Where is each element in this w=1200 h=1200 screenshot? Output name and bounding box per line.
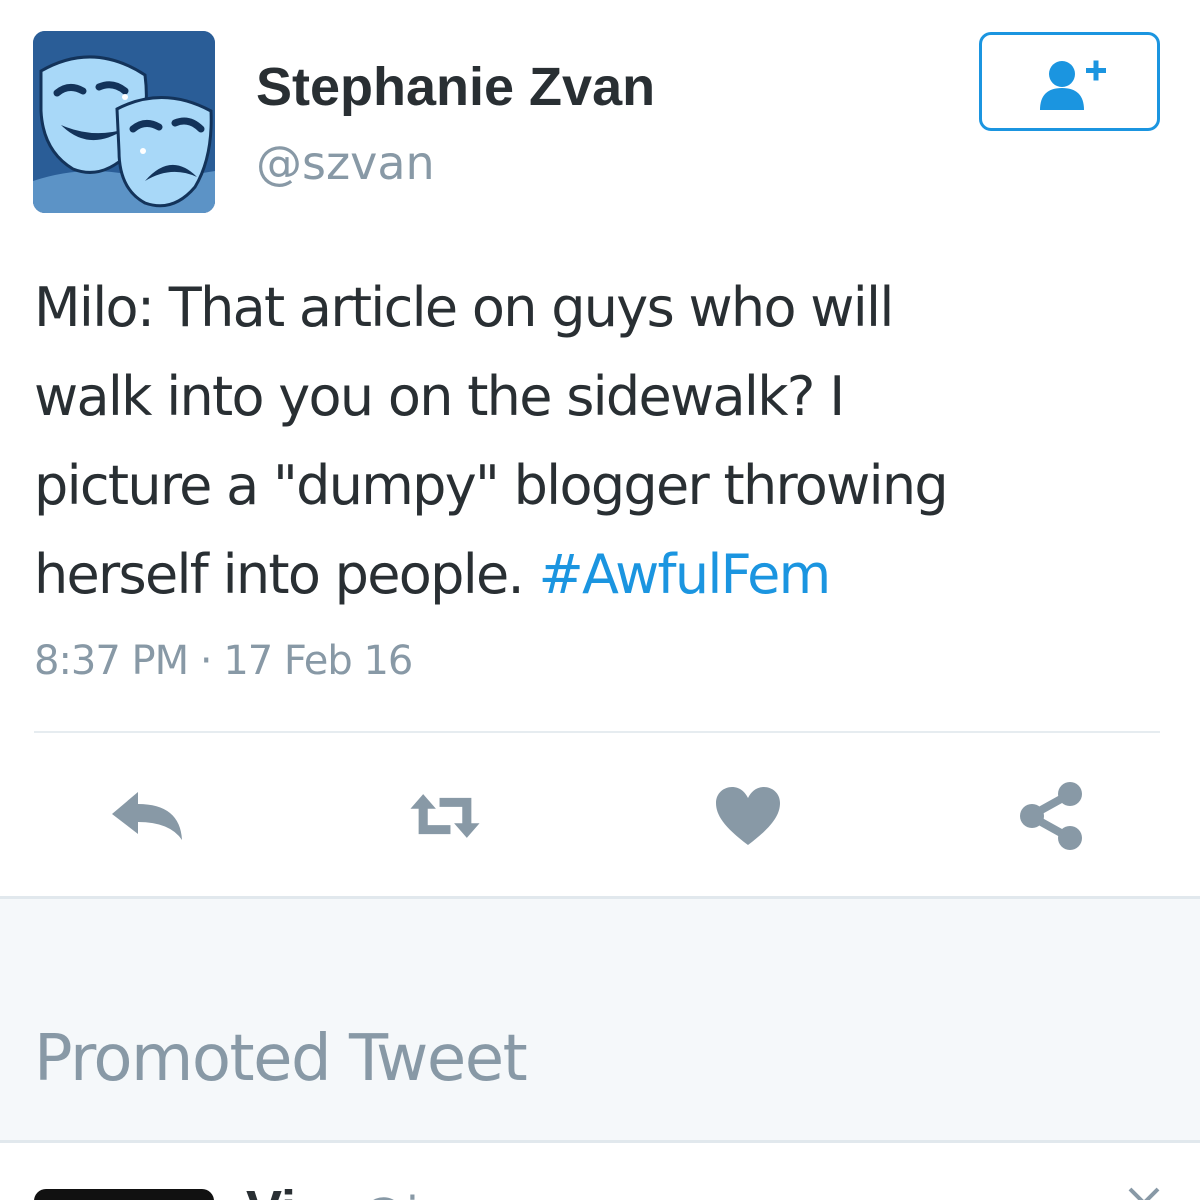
- tweet-text-line: walk into you on the sidewalk? I: [34, 365, 845, 428]
- tweet-text: Milo: That article on guys who will walk…: [34, 263, 1164, 619]
- add-user-icon: [1039, 60, 1106, 110]
- author-avatar[interactable]: [33, 31, 215, 213]
- promoted-tweet-label: Promoted Tweet: [34, 1022, 528, 1096]
- tweet-text-line: herself into people. #AwfulFem: [34, 530, 1164, 619]
- follow-button[interactable]: [979, 32, 1160, 131]
- next-tweet-display-name[interactable]: Vi: [246, 1179, 296, 1200]
- section-gap: [0, 896, 1200, 1140]
- tweet-text-line: Milo: That article on guys who will: [34, 276, 894, 339]
- share-icon: [1020, 782, 1082, 850]
- divider: [34, 731, 1160, 733]
- tweet-text-segment: herself into people.: [34, 543, 539, 606]
- like-button[interactable]: [708, 776, 788, 856]
- tweet-timestamp[interactable]: 8:37 PM · 17 Feb 16: [34, 638, 413, 684]
- heart-icon: [716, 787, 780, 845]
- close-icon[interactable]: [1124, 1183, 1164, 1200]
- author-display-name[interactable]: Stephanie Zvan: [256, 56, 655, 118]
- reply-button[interactable]: [106, 776, 186, 856]
- hashtag-link[interactable]: #AwfulFem: [538, 543, 831, 606]
- reply-icon: [112, 792, 182, 840]
- retweet-button[interactable]: [405, 776, 485, 856]
- theater-masks-icon: [33, 31, 215, 213]
- next-tweet-card[interactable]: Vi @i: [0, 1140, 1200, 1200]
- share-button[interactable]: [1010, 776, 1090, 856]
- next-tweet-handle[interactable]: @i: [360, 1187, 419, 1200]
- tweet-text-line: picture a "dumpy" blogger throwing: [34, 454, 949, 517]
- tweet-card: Stephanie Zvan @szvan Milo: That article…: [0, 0, 1200, 898]
- next-tweet-avatar[interactable]: [34, 1189, 214, 1200]
- author-handle[interactable]: @szvan: [256, 136, 435, 190]
- retweet-icon: [410, 794, 480, 838]
